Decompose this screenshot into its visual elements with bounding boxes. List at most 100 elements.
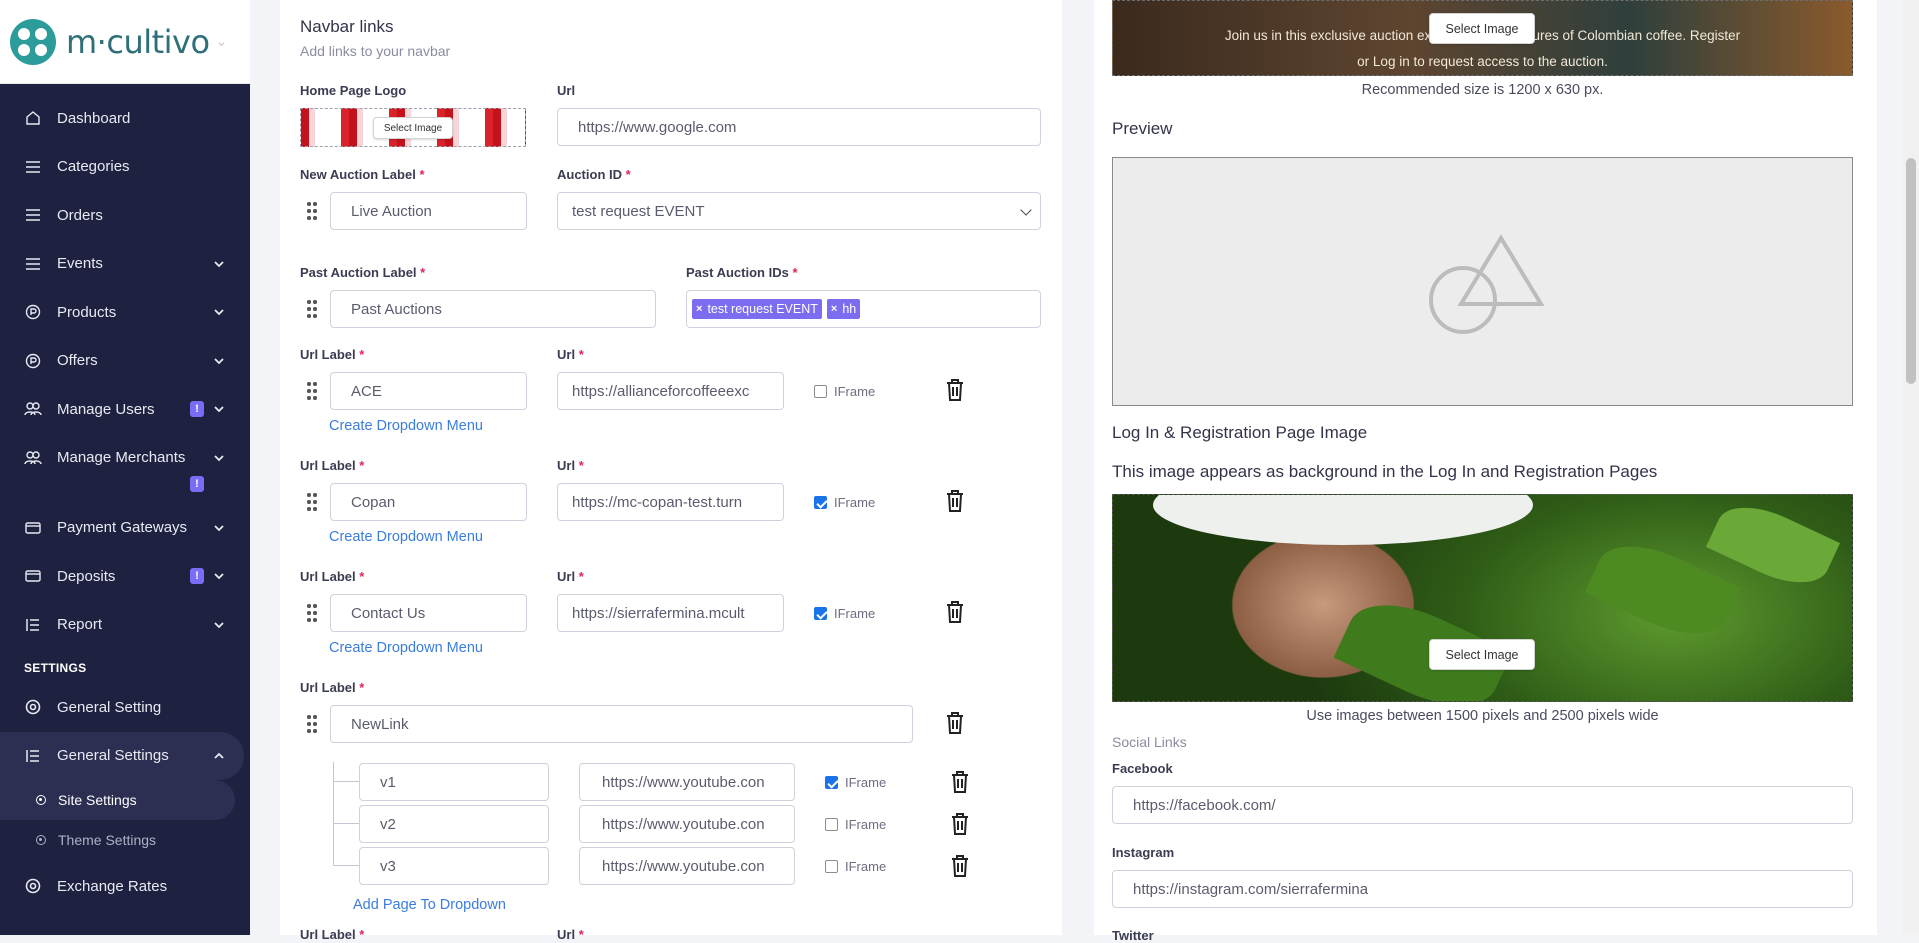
iframe-checkbox[interactable] (814, 607, 827, 620)
trash-icon[interactable] (949, 812, 971, 836)
remove-tag-icon[interactable]: × (696, 303, 702, 315)
chevron-down-icon (214, 406, 224, 413)
sidebar-subitem-label: Theme Settings (58, 832, 157, 848)
facebook-label: Facebook (1112, 761, 1173, 776)
sidebar-item-dashboard[interactable]: Dashboard (0, 94, 250, 143)
sidebar-item-events[interactable]: Events (0, 240, 250, 289)
dropdown-item-label-input[interactable]: v1 (359, 763, 549, 801)
navbar-links-subtitle: Add links to your navbar (300, 43, 451, 59)
brand-logo-icon (10, 18, 56, 65)
trash-icon[interactable] (949, 770, 971, 794)
facebook-url-input[interactable]: https://facebook.com/ (1112, 786, 1853, 824)
past-auction-input[interactable]: Past Auctions (330, 290, 656, 328)
new-auction-input[interactable]: Live Auction (330, 192, 527, 230)
link-url-input[interactable]: https://sierrafermina.mcult (557, 594, 784, 632)
trash-icon[interactable] (944, 489, 966, 513)
trash-icon[interactable] (944, 600, 966, 624)
drag-handle-icon[interactable] (307, 493, 317, 511)
create-dropdown-link[interactable]: Create Dropdown Menu (329, 529, 483, 545)
link-url-input[interactable]: https://allianceforcoffeeexc (557, 372, 784, 410)
iframe-checkbox[interactable] (825, 860, 838, 873)
chevron-down-icon (214, 358, 224, 365)
sidebar-item-label: Deposits (57, 567, 116, 585)
add-page-to-dropdown-link[interactable]: Add Page To Dropdown (353, 897, 506, 913)
sidebar-item-deposits[interactable]: Deposits ! (0, 552, 250, 601)
dropdown-item-url-input[interactable]: https://www.youtube.con (579, 805, 795, 843)
iframe-checkbox[interactable] (814, 496, 827, 509)
image-size-hint: Use images between 1500 pixels and 2500 … (1306, 708, 1659, 724)
sidebar-item-exchange-rates[interactable]: Exchange Rates (0, 862, 250, 911)
past-auction-ids-label: Past Auction IDs * (686, 265, 798, 280)
auction-id-label: Auction ID * (557, 167, 631, 182)
sidebar-item-label: Manage Merchants (57, 448, 186, 466)
remove-tag-icon[interactable]: × (831, 303, 837, 315)
page-scrollbar[interactable] (1903, 0, 1919, 935)
users-icon (24, 400, 42, 418)
sidebar-item-offers[interactable]: Offers (0, 337, 250, 386)
trash-icon[interactable] (949, 854, 971, 878)
sidebar-item-payment-gateways[interactable]: Payment Gateways (0, 504, 250, 553)
create-dropdown-link[interactable]: Create Dropdown Menu (329, 418, 483, 434)
login-image-title: Log In & Registration Page Image (1112, 423, 1368, 442)
dropdown-item-label-input[interactable]: v2 (359, 805, 549, 843)
alert-badge: ! (190, 475, 204, 492)
drag-handle-icon[interactable] (307, 300, 317, 318)
brand-logo[interactable]: m·cultivo ⌄ (0, 0, 250, 84)
auction-id-select[interactable]: test request EVENT (557, 192, 1041, 230)
drag-handle-icon[interactable] (307, 382, 317, 400)
create-dropdown-link[interactable]: Create Dropdown Menu (329, 640, 483, 656)
sidebar-subitem-label: Site Settings (58, 792, 137, 808)
list-icon (24, 158, 42, 176)
url-field-label: Url * (557, 458, 584, 473)
home-url-input[interactable]: https://www.google.com (557, 108, 1041, 146)
tree-connector (333, 824, 359, 866)
recommended-size-text: Recommended size is 1200 x 630 px. (1361, 82, 1604, 98)
dropdown-item-url-input[interactable]: https://www.youtube.con (579, 763, 795, 801)
drag-handle-icon[interactable] (307, 604, 317, 622)
trash-icon[interactable] (944, 711, 966, 735)
iframe-checkbox[interactable] (825, 776, 838, 789)
login-select-image-button[interactable]: Select Image (1429, 639, 1535, 670)
url-label-label: Url Label * (300, 458, 365, 473)
dropdown-item-url-input[interactable]: https://www.youtube.con (579, 847, 795, 885)
chevron-up-icon (214, 752, 224, 759)
link-url-input[interactable]: https://mc-copan-test.turn (557, 483, 784, 521)
product-icon (24, 303, 42, 321)
sidebar-item-general-settings[interactable]: General Settings (0, 731, 244, 780)
url-label-label: Url Label * (300, 347, 365, 362)
sidebar-item-products[interactable]: Products (0, 288, 250, 337)
sidebar-item-orders[interactable]: Orders (0, 191, 250, 240)
dropdown-label-input[interactable]: NewLink (330, 705, 913, 743)
chevron-down-icon (214, 622, 224, 629)
home-logo-label: Home Page Logo (300, 83, 407, 98)
dropdown-item-label-input[interactable]: v3 (359, 847, 549, 885)
trash-icon[interactable] (944, 378, 966, 402)
sidebar-item-manage-merchants[interactable]: Manage Merchants ! (0, 434, 250, 504)
iframe-checkbox[interactable] (825, 818, 838, 831)
sidebar-item-label: Orders (57, 206, 103, 224)
login-background-image[interactable] (1112, 494, 1853, 702)
auction-tag[interactable]: × test request EVENT (692, 299, 822, 319)
link-label-input[interactable]: Contact Us (330, 594, 527, 632)
iframe-checkbox[interactable] (814, 385, 827, 398)
sidebar-subitem-site-settings[interactable]: Site Settings (0, 780, 235, 820)
login-image-description: This image appears as background in the … (1112, 462, 1658, 481)
sidebar-item-manage-users[interactable]: Manage Users ! (0, 385, 250, 434)
navbar-links-title: Navbar links (300, 17, 394, 36)
sidebar-item-categories[interactable]: Categories (0, 143, 250, 192)
drag-handle-icon[interactable] (307, 715, 317, 733)
instagram-url-input[interactable]: https://instagram.com/sierrafermina (1112, 870, 1853, 908)
instagram-label: Instagram (1112, 845, 1175, 860)
scrollbar-thumb[interactable] (1906, 158, 1916, 384)
iframe-label: IFrame (834, 495, 876, 510)
auction-tag[interactable]: × hh (826, 299, 861, 319)
sidebar-item-report[interactable]: Report (0, 601, 250, 650)
sidebar-subitem-theme-settings[interactable]: Theme Settings (0, 820, 250, 860)
past-auction-ids-multiselect[interactable]: × test request EVENT × hh (686, 290, 1041, 328)
link-label-input[interactable]: Copan (330, 483, 527, 521)
link-label-input[interactable]: ACE (330, 372, 527, 410)
logo-select-image-button[interactable]: Select Image (373, 117, 453, 139)
sidebar-item-general-setting[interactable]: General Setting (0, 683, 250, 732)
drag-handle-icon[interactable] (307, 202, 317, 220)
banner-select-image-button[interactable]: Select Image (1429, 13, 1535, 44)
